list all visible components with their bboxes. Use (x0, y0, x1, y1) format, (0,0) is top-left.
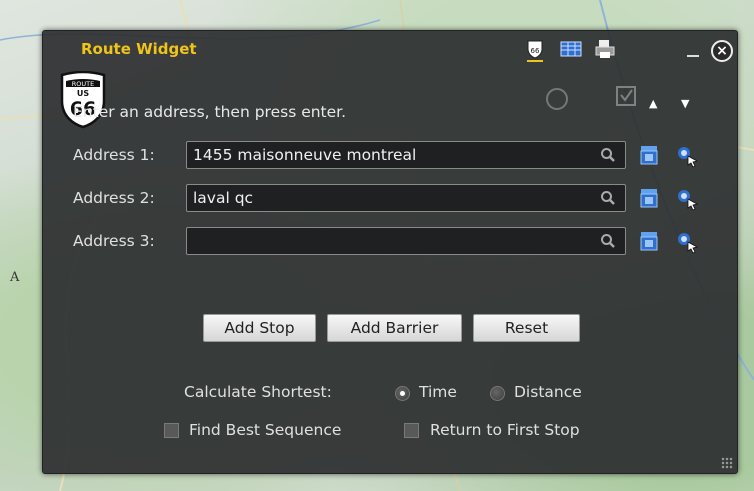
arrow-up-icon[interactable]: ▲ (649, 97, 661, 110)
address-label: Address 2: (73, 189, 155, 207)
return-first-checkbox[interactable] (404, 423, 419, 438)
route-widget-panel: Route Widget 66 × ROUTE US 66 ▲ ▼ Enter … (42, 30, 738, 474)
cursor-icon[interactable] (675, 230, 699, 254)
calculate-label: Calculate Shortest: (184, 383, 332, 401)
address-label: Address 1: (73, 146, 155, 164)
address-2-input[interactable] (186, 184, 626, 212)
map-edge-label: A (10, 270, 20, 285)
address-label: Address 3: (73, 232, 155, 250)
search-icon[interactable] (600, 190, 616, 206)
pick-location-icon[interactable] (638, 144, 660, 166)
widget-titlebar[interactable]: Route Widget 66 × (43, 31, 737, 67)
distance-option-label: Distance (514, 383, 582, 401)
best-sequence-row: Find Best Sequence (164, 421, 384, 443)
add-barrier-button[interactable]: Add Barrier (327, 314, 462, 342)
distance-radio[interactable] (490, 386, 505, 401)
time-radio[interactable] (395, 386, 410, 401)
svg-text:US: US (77, 89, 89, 98)
address-row-2: Address 2: (73, 184, 713, 214)
search-icon[interactable] (600, 233, 616, 249)
close-icon[interactable]: × (711, 40, 733, 62)
return-first-row: Return to First Stop (404, 421, 634, 443)
best-sequence-checkbox[interactable] (164, 423, 179, 438)
cursor-icon[interactable] (675, 187, 699, 211)
return-first-label: Return to First Stop (430, 421, 580, 439)
arrow-down-icon[interactable]: ▼ (681, 97, 693, 110)
best-sequence-label: Find Best Sequence (189, 421, 342, 439)
address-row-3: Address 3: (73, 227, 713, 257)
printer-icon[interactable] (591, 35, 619, 63)
instruction-text: Enter an address, then press enter. (73, 103, 347, 121)
resize-grip-icon[interactable] (721, 457, 733, 469)
cursor-icon[interactable] (675, 144, 699, 168)
route-shield-tab-icon[interactable]: 66 (521, 35, 549, 63)
address-1-input[interactable] (186, 141, 626, 169)
calculate-shortest-row: Calculate Shortest: Time Distance (184, 383, 644, 405)
svg-text:ROUTE: ROUTE (72, 80, 94, 88)
search-icon[interactable] (600, 147, 616, 163)
table-icon[interactable] (557, 35, 585, 63)
address-row-1: Address 1: (73, 141, 713, 171)
active-tab-indicator (527, 60, 543, 62)
address-3-input[interactable] (186, 227, 626, 255)
add-stop-button[interactable]: Add Stop (203, 314, 316, 342)
pick-location-icon[interactable] (638, 187, 660, 209)
minimize-icon[interactable] (687, 43, 699, 59)
time-option-label: Time (419, 383, 457, 401)
svg-text:66: 66 (531, 47, 540, 55)
widget-title: Route Widget (81, 40, 197, 58)
reset-button[interactable]: Reset (473, 314, 580, 342)
pick-location-icon[interactable] (638, 230, 660, 252)
